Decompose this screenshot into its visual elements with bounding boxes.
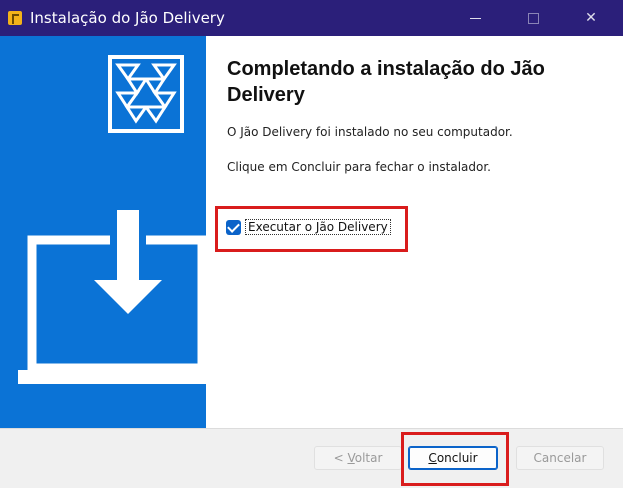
- maximize-button[interactable]: [510, 0, 556, 36]
- title-bar[interactable]: Instalação do Jão Delivery ✕: [0, 0, 623, 36]
- close-icon: ✕: [585, 10, 597, 26]
- back-accelerator: V: [347, 451, 355, 465]
- run-app-checkbox[interactable]: [226, 220, 241, 235]
- close-button[interactable]: ✕: [568, 0, 614, 36]
- installed-message: O Jão Delivery foi instalado no seu comp…: [227, 125, 513, 139]
- back-button: < Voltar: [314, 446, 402, 470]
- finish-accelerator: C: [428, 451, 437, 465]
- laptop-download-icon: [18, 210, 206, 384]
- run-app-label[interactable]: Executar o Jão Delivery: [245, 219, 391, 235]
- app-icon: [8, 11, 22, 25]
- finish-label: oncluir: [436, 451, 478, 465]
- cancel-button: Cancelar: [516, 446, 604, 470]
- minimize-button[interactable]: [452, 0, 498, 36]
- window-title: Instalação do Jão Delivery: [30, 9, 225, 27]
- minimize-icon: [469, 17, 481, 19]
- installer-window: Instalação do Jão Delivery ✕ Completando…: [0, 0, 623, 488]
- back-label: oltar: [354, 451, 383, 465]
- finish-button[interactable]: Concluir: [408, 446, 498, 470]
- back-prefix: <: [333, 451, 348, 465]
- page-heading: Completando a instalação do Jão Delivery: [227, 58, 545, 106]
- maximize-icon: [527, 12, 539, 24]
- product-logo: [108, 55, 184, 133]
- close-instruction: Clique em Concluir para fechar o instala…: [227, 160, 491, 174]
